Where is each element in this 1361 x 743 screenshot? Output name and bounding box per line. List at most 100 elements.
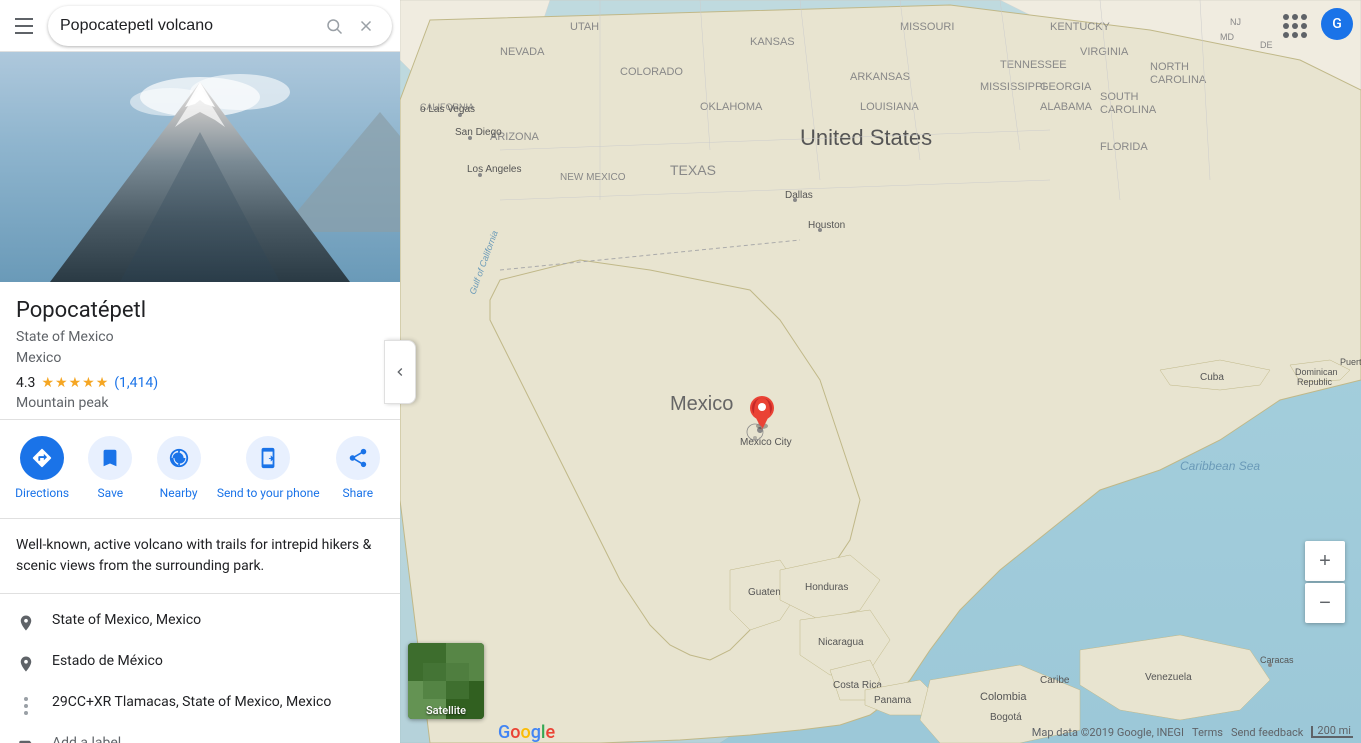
save-icon-container [88, 436, 132, 480]
directions-label: Directions [15, 486, 69, 502]
svg-text:Dominican: Dominican [1295, 367, 1338, 377]
svg-text:KANSAS: KANSAS [750, 36, 795, 48]
svg-text:Venezuela: Venezuela [1145, 672, 1192, 683]
svg-text:SOUTH: SOUTH [1100, 91, 1139, 103]
share-icon-container [336, 436, 380, 480]
pluscode-icon [16, 695, 36, 715]
menu-icon[interactable] [8, 10, 40, 42]
svg-text:NJ: NJ [1230, 17, 1241, 27]
search-input[interactable] [60, 17, 320, 35]
svg-text:Colombia: Colombia [980, 691, 1027, 703]
svg-text:NORTH: NORTH [1150, 61, 1189, 73]
svg-text:o Las Vegas: o Las Vegas [420, 104, 475, 115]
search-submit-button[interactable] [320, 12, 348, 40]
svg-text:NEW MEXICO: NEW MEXICO [560, 172, 626, 183]
zoom-out-button[interactable]: − [1305, 583, 1345, 623]
svg-text:TENNESSEE: TENNESSEE [1000, 59, 1067, 71]
svg-text:Nicaragua: Nicaragua [818, 637, 864, 648]
detail-row-pluscode[interactable]: 29CC+XR Tlamacas, State of Mexico, Mexic… [0, 684, 400, 725]
svg-text:GEORGIA: GEORGIA [1040, 81, 1092, 93]
location-pin-icon [16, 613, 36, 633]
place-name: Popocatépetl [16, 298, 384, 323]
send-to-phone-label: Send to your phone [217, 486, 320, 502]
clear-search-button[interactable] [352, 12, 380, 40]
collapse-panel-button[interactable] [384, 340, 416, 404]
svg-text:Cuba: Cuba [1200, 372, 1224, 383]
svg-text:Houston: Houston [808, 220, 845, 231]
svg-text:MISSISSIPPI: MISSISSIPPI [980, 81, 1045, 93]
svg-text:CAROLINA: CAROLINA [1150, 74, 1207, 86]
details-list: State of Mexico, Mexico Estado de México [0, 594, 400, 743]
left-panel: Popocatépetl State of Mexico Mexico 4.3 … [0, 0, 400, 743]
zoom-in-button[interactable]: + [1305, 541, 1345, 581]
svg-text:DE: DE [1260, 40, 1273, 50]
svg-text:Caracas: Caracas [1260, 655, 1294, 665]
satellite-thumbnail[interactable]: Satellite [408, 643, 484, 719]
google-logo: Google [498, 722, 555, 743]
detail-row-location2[interactable]: Estado de México [0, 643, 400, 684]
send-to-phone-button[interactable]: Send to your phone [217, 436, 320, 502]
directions-button[interactable]: Directions [12, 436, 72, 502]
svg-text:COLORADO: COLORADO [620, 66, 683, 78]
svg-text:Caribe: Caribe [1040, 675, 1070, 686]
location-pin-icon-2 [16, 654, 36, 674]
nearby-icon-container [157, 436, 201, 480]
detail-row-location1[interactable]: State of Mexico, Mexico [0, 602, 400, 643]
svg-text:Puerto Rico: Puerto Rico [1340, 357, 1361, 367]
detail-location1-text: State of Mexico, Mexico [52, 612, 384, 628]
save-button[interactable]: Save [80, 436, 140, 502]
svg-text:FLORIDA: FLORIDA [1100, 141, 1148, 153]
share-button[interactable]: Share [328, 436, 388, 502]
svg-text:LOUISIANA: LOUISIANA [860, 101, 919, 113]
star-1: ★ [41, 375, 54, 391]
detail-location2-text: Estado de México [52, 653, 384, 669]
svg-text:Los Angeles: Los Angeles [467, 164, 522, 175]
place-image [0, 52, 400, 282]
map-controls: + − [1305, 541, 1345, 623]
search-bar [0, 0, 400, 52]
action-buttons: Directions Save Nearby [0, 420, 400, 519]
map-area[interactable]: NEVADA UTAH COLORADO KANSAS MISSOURI KEN… [400, 0, 1361, 743]
stars: ★ ★ ★ ★ ★ [41, 375, 108, 391]
svg-text:Mexico City: Mexico City [740, 437, 792, 448]
svg-text:Dallas: Dallas [785, 190, 813, 201]
svg-text:San Diego: San Diego [455, 127, 502, 138]
star-5: ★ [96, 375, 109, 391]
svg-text:UTAH: UTAH [570, 21, 599, 33]
svg-text:Panama: Panama [874, 695, 912, 706]
svg-text:Mexico: Mexico [670, 393, 733, 415]
map-bottom-bar: Google Map data ©2019 Google, INEGI Term… [400, 721, 1361, 743]
send-feedback-link[interactable]: Send feedback [1231, 726, 1303, 739]
search-icons [320, 12, 380, 40]
nearby-label: Nearby [160, 486, 198, 502]
svg-text:United States: United States [800, 125, 932, 150]
search-input-container [48, 6, 392, 46]
detail-label-text: Add a label [52, 735, 384, 743]
svg-text:OKLAHOMA: OKLAHOMA [700, 101, 763, 113]
svg-text:Republic: Republic [1297, 377, 1333, 387]
svg-text:Honduras: Honduras [805, 582, 848, 593]
svg-text:CAROLINA: CAROLINA [1100, 104, 1157, 116]
app-grid-icon [1283, 14, 1307, 38]
rating-row: 4.3 ★ ★ ★ ★ ★ (1,414) [16, 375, 384, 391]
description: Well-known, active volcano with trails f… [0, 519, 400, 594]
user-avatar[interactable]: G [1321, 8, 1353, 40]
save-label: Save [98, 486, 124, 502]
nearby-button[interactable]: Nearby [149, 436, 209, 502]
svg-text:KENTUCKY: KENTUCKY [1050, 21, 1111, 33]
detail-row-label[interactable]: Add a label [0, 725, 400, 743]
svg-text:TEXAS: TEXAS [670, 162, 716, 178]
satellite-label: Satellite [408, 704, 484, 717]
review-count[interactable]: (1,414) [114, 375, 158, 391]
svg-text:ARKANSAS: ARKANSAS [850, 71, 910, 83]
app-grid-button[interactable] [1277, 8, 1313, 44]
terms-link[interactable]: Terms [1192, 726, 1223, 739]
directions-icon-container [20, 436, 64, 480]
place-info: Popocatépetl State of Mexico Mexico 4.3 … [0, 282, 400, 420]
place-type: Mountain peak [16, 395, 384, 411]
place-location: State of Mexico Mexico [16, 327, 384, 369]
rating-number: 4.3 [16, 375, 35, 391]
star-3: ★ [69, 375, 82, 391]
send-to-phone-icon-container [246, 436, 290, 480]
detail-pluscode-text: 29CC+XR Tlamacas, State of Mexico, Mexic… [52, 694, 384, 710]
